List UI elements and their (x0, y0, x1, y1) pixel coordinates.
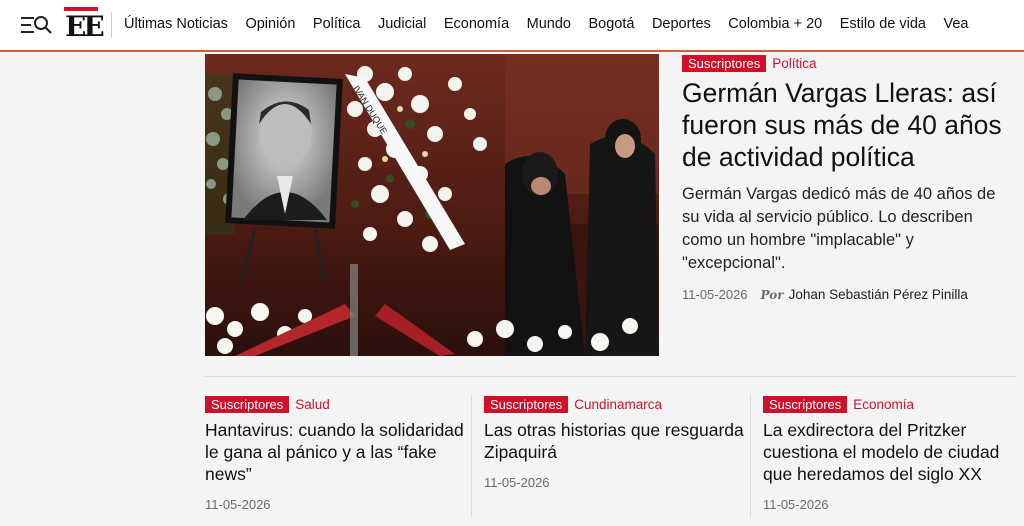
article-card[interactable]: Suscriptores Salud Hantavirus: cuando la… (205, 395, 467, 512)
nav-item-bogota[interactable]: Bogotá (588, 14, 634, 34)
nav-item-economia[interactable]: Economía (444, 14, 509, 34)
author-link[interactable]: Johan Sebastián Pérez Pinilla (789, 287, 968, 302)
hero-date: 11-05-2026 (682, 287, 748, 302)
article-card[interactable]: Suscriptores Cundinamarca Las otras hist… (484, 395, 746, 490)
funeral-photo: IVAN DUQUE (205, 54, 659, 356)
subscribers-badge[interactable]: Suscriptores (682, 54, 767, 72)
card-headline[interactable]: La exdirectora del Pritzker cuestiona el… (763, 419, 1015, 485)
nav-item-ultimas-noticias[interactable]: Últimas Noticias (124, 14, 228, 34)
nav-item-estilo-de-vida[interactable]: Estilo de vida (840, 14, 926, 34)
subscribers-badge[interactable]: Suscriptores (484, 395, 569, 413)
card-date: 11-05-2026 (484, 475, 550, 490)
nav-item-judicial[interactable]: Judicial (378, 14, 426, 34)
card-tags: Suscriptores Economía (763, 395, 1015, 413)
menu-search-button[interactable] (20, 14, 54, 36)
logo-text: EE (65, 10, 105, 43)
el-espectador-logo[interactable]: EE (64, 7, 105, 43)
hero-article: Suscriptores Política Germán Vargas Ller… (682, 54, 1017, 302)
section-divider (205, 376, 1017, 377)
card-headline[interactable]: Hantavirus: cuando la solidaridad le gan… (205, 419, 467, 485)
article-card[interactable]: Suscriptores Economía La exdirectora del… (763, 395, 1015, 512)
card-date: 11-05-2026 (205, 497, 271, 512)
section-link-economia[interactable]: Economía (853, 396, 914, 413)
card-date: 11-05-2026 (763, 497, 829, 512)
card-tags: Suscriptores Salud (205, 395, 467, 413)
nav-item-colombia-20[interactable]: Colombia + 20 (728, 14, 822, 34)
section-link-cundinamarca[interactable]: Cundinamarca (574, 396, 662, 413)
menu-search-icon (21, 16, 52, 34)
by-label: Por (760, 287, 784, 302)
hero-meta: 11-05-2026 Por Johan Sebastián Pérez Pin… (682, 287, 1017, 302)
hero-tags: Suscriptores Política (682, 54, 1017, 72)
hero-image[interactable]: IVAN DUQUE (205, 54, 659, 356)
card-tags: Suscriptores Cundinamarca (484, 395, 746, 413)
nav-item-deportes[interactable]: Deportes (652, 14, 711, 34)
nav-item-vea[interactable]: Vea (943, 14, 968, 34)
hero-summary: Germán Vargas dedicó más de 40 años de s… (682, 185, 996, 272)
main-nav: Últimas Noticias Opinión Política Judici… (124, 14, 986, 34)
section-link-salud[interactable]: Salud (295, 396, 330, 413)
nav-item-mundo[interactable]: Mundo (527, 14, 571, 34)
subscribers-badge[interactable]: Suscriptores (763, 395, 848, 413)
card-divider (471, 395, 472, 517)
top-navigation-bar: EE Últimas Noticias Opinión Política Jud… (0, 0, 1024, 52)
nav-divider (111, 12, 112, 38)
card-headline[interactable]: Las otras historias que resguarda Zipaqu… (484, 419, 746, 463)
subscribers-badge[interactable]: Suscriptores (205, 395, 290, 413)
hero-headline[interactable]: Germán Vargas Lleras: así fueron sus más… (682, 77, 1017, 173)
section-link-politica[interactable]: Política (772, 55, 816, 72)
card-divider (750, 395, 751, 517)
nav-item-politica[interactable]: Política (313, 14, 361, 34)
nav-item-opinion[interactable]: Opinión (245, 14, 295, 34)
